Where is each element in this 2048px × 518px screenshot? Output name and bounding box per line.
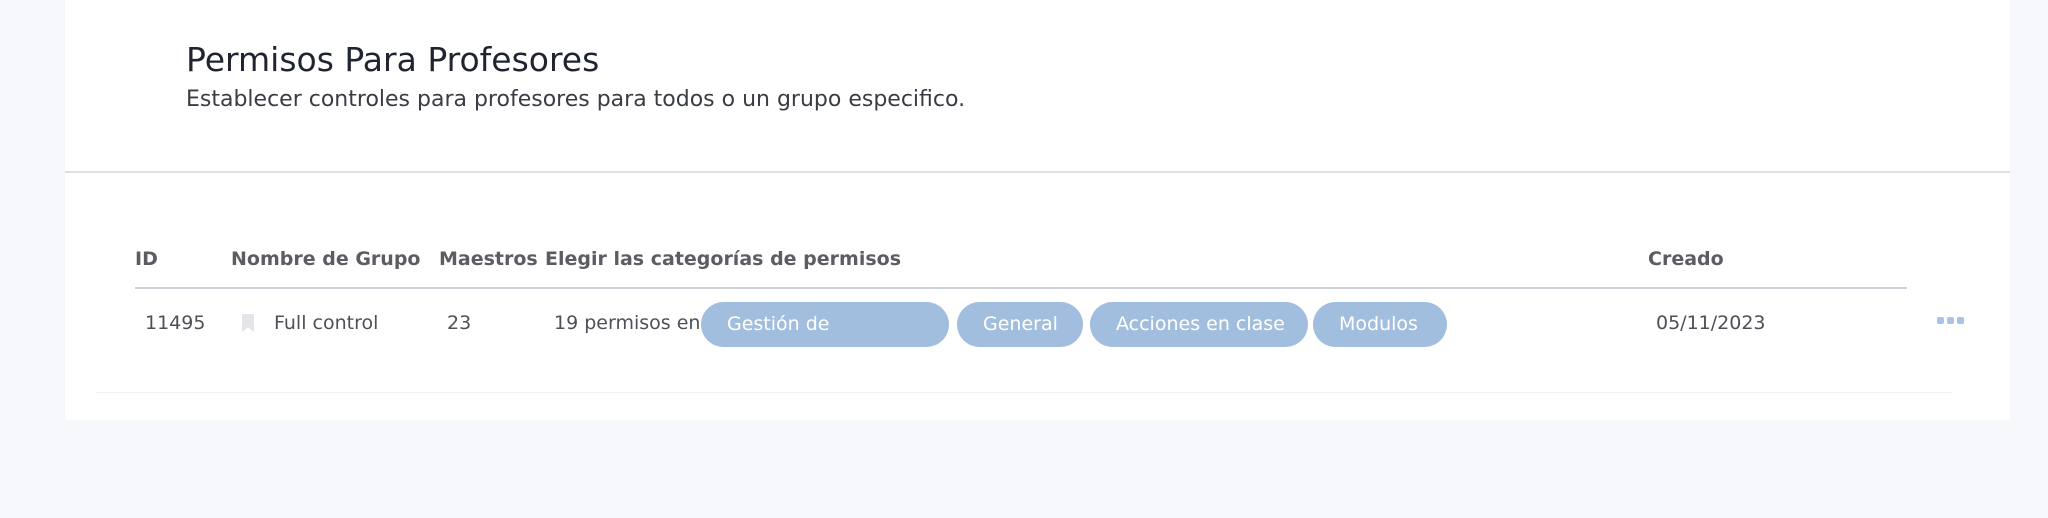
more-options-icon[interactable] [1937,316,1965,326]
page-subtitle: Establecer controles para profesores par… [186,87,966,112]
row-id: 11495 [145,312,206,334]
permissions-card: Permisos Para Profesores Establecer cont… [65,0,2010,420]
table-row[interactable]: 11495 Full control 23 19 permisos en Ges… [135,300,1964,348]
page-header: Permisos Para Profesores Establecer cont… [186,40,965,114]
column-header-group-name[interactable]: Nombre de Grupo [231,248,420,270]
row-created-date: 05/11/2023 [1656,312,1766,334]
row-group-name[interactable]: Full control [274,312,378,334]
row-permissions-summary: 19 permisos en [554,312,701,334]
category-tag[interactable]: Modulos [1313,302,1447,347]
page-title: Permisos Para Profesores [186,40,600,79]
table-header: ID Nombre de Grupo Maestros Elegir las c… [135,248,1907,289]
category-tag[interactable]: Gestión de [701,302,949,347]
column-header-categories[interactable]: Elegir las categorías de permisos [545,248,901,270]
bookmark-icon[interactable] [240,313,256,333]
column-header-id[interactable]: ID [135,248,158,270]
category-tag[interactable]: Acciones en clase [1090,302,1308,347]
category-tag[interactable]: General [957,302,1083,347]
header-divider [65,171,2010,173]
row-teachers-count: 23 [447,312,472,334]
column-header-teachers[interactable]: Maestros [439,248,538,270]
column-header-created[interactable]: Creado [1648,248,1724,270]
row-separator [95,392,1952,393]
